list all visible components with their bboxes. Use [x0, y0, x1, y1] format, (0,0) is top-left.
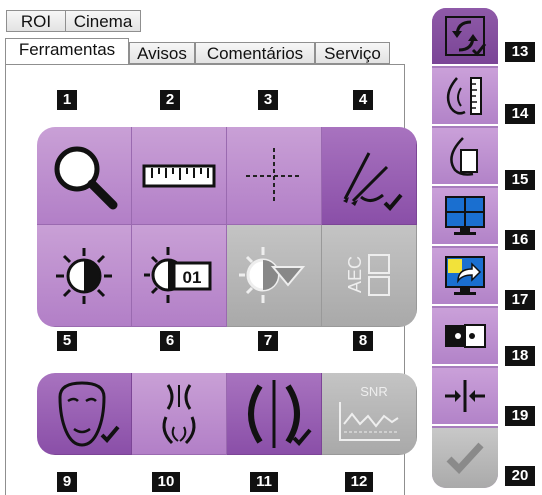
callout-18: 18 [505, 346, 535, 366]
send-to-monitor-button[interactable] [432, 248, 498, 306]
tab-label: ROI [20, 12, 52, 31]
tab-servico[interactable]: Serviço [315, 42, 390, 64]
right-toolbar [432, 8, 498, 488]
ruler-icon [142, 164, 216, 187]
aec-icon: AEC [345, 253, 390, 296]
window-level-button[interactable] [37, 225, 132, 327]
contrast-preset-icon: 01 [144, 246, 212, 303]
magnifier-icon [54, 146, 118, 209]
mirror-arrows-icon [445, 380, 485, 412]
breast-ruler-icon [446, 77, 482, 115]
callout-4: 4 [353, 90, 373, 110]
callout-5: 5 [57, 331, 77, 351]
breast-outline-button[interactable] [432, 128, 498, 186]
callout-2: 2 [160, 90, 180, 110]
callout-19: 19 [505, 406, 535, 426]
swap-views-button[interactable] [432, 8, 498, 66]
mirror-button[interactable] [432, 368, 498, 426]
checkmark-icon [446, 442, 484, 475]
callout-15: 15 [505, 170, 535, 190]
callout-1: 1 [57, 90, 77, 110]
symmetry-icon [248, 379, 312, 448]
tab-label: Ferramentas [18, 40, 116, 59]
snr-button[interactable]: SNR [322, 373, 417, 455]
accept-button[interactable] [432, 428, 498, 488]
swap-arrows-icon [445, 16, 487, 57]
callout-9: 9 [57, 472, 77, 492]
tab-label: Avisos [137, 44, 187, 63]
image-tools-group: 01 AEC [37, 127, 417, 327]
snr-chart-icon: SNR [339, 384, 400, 441]
annotation-tools-button[interactable] [322, 127, 417, 225]
callout-8: 8 [353, 331, 373, 351]
display-tools-group: SNR [37, 373, 417, 455]
callout-10: 10 [152, 472, 180, 492]
breast-ruler-button[interactable] [432, 68, 498, 126]
pen-tools-icon [343, 151, 403, 211]
aec-label: AEC [345, 255, 365, 292]
window-level-preset-button[interactable]: 01 [132, 225, 227, 327]
tab-roi[interactable]: ROI [6, 10, 66, 32]
callout-14: 14 [505, 104, 535, 124]
callout-7: 7 [258, 331, 278, 351]
face-icon [58, 380, 120, 447]
dual-view-button[interactable] [432, 308, 498, 366]
callout-16: 16 [505, 230, 535, 250]
callout-13: 13 [505, 42, 535, 62]
preset-number: 01 [183, 268, 202, 287]
snr-label: SNR [360, 384, 387, 399]
implant-button[interactable] [132, 373, 227, 455]
contrast-triangle-icon [239, 246, 306, 303]
auto-window-level-button[interactable] [227, 225, 322, 327]
callout-11: 11 [250, 472, 278, 492]
contrast-sun-icon [56, 247, 112, 304]
tab-label: Cinema [73, 12, 133, 31]
implant-icon [162, 383, 196, 444]
callout-3: 3 [258, 90, 278, 110]
monitor-share-icon [445, 256, 485, 295]
crosshair-icon [246, 147, 302, 204]
quad-grid-icon [445, 196, 485, 235]
aec-button[interactable]: AEC [322, 225, 417, 327]
symmetry-button[interactable] [227, 373, 322, 455]
layout-grid-button[interactable] [432, 188, 498, 246]
tab-avisos[interactable]: Avisos [129, 42, 195, 64]
breast-icon [450, 137, 478, 176]
ruler-button[interactable] [132, 127, 227, 225]
tab-label: Serviço [324, 44, 381, 63]
tab-label: Comentários [206, 44, 304, 63]
callout-6: 6 [160, 331, 180, 351]
crosshair-button[interactable] [227, 127, 322, 225]
callout-20: 20 [505, 466, 535, 486]
callout-12: 12 [345, 472, 373, 492]
magnifier-button[interactable] [37, 127, 132, 225]
face-detection-button[interactable] [37, 373, 132, 455]
callout-17: 17 [505, 290, 535, 310]
tab-cinema[interactable]: Cinema [65, 10, 141, 32]
tab-comentarios[interactable]: Comentários [195, 42, 315, 64]
tab-ferramentas[interactable]: Ferramentas [5, 38, 129, 64]
dual-dots-icon [445, 324, 486, 348]
